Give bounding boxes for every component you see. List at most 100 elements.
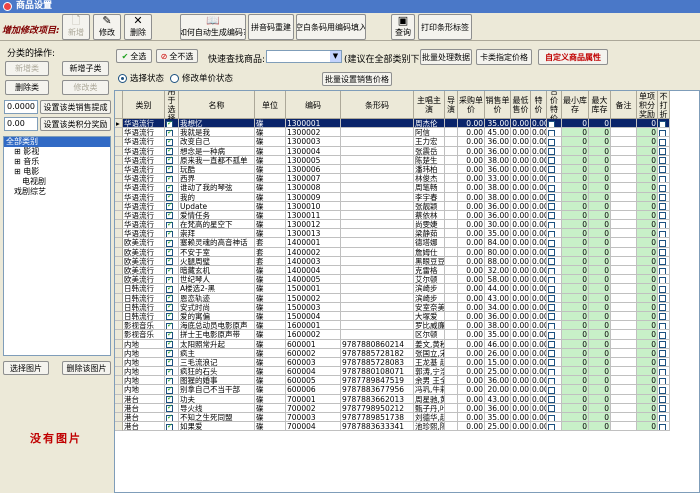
checkbox[interactable] <box>659 129 666 137</box>
checkbox[interactable] <box>166 404 173 412</box>
checkbox[interactable] <box>548 285 555 293</box>
table-cell[interactable] <box>547 376 562 386</box>
checkbox[interactable] <box>659 194 666 201</box>
pinyin-rebuild-button[interactable]: 拼音码重建 <box>248 14 294 40</box>
checkbox[interactable] <box>166 147 173 155</box>
table-row[interactable]: 内地三毛流浪记碟6000039787885728083王龙基 赵明0.0015.… <box>115 357 670 368</box>
checkbox[interactable] <box>548 368 555 376</box>
table-cell[interactable] <box>658 164 670 175</box>
checkbox[interactable] <box>548 295 555 302</box>
new-category-button[interactable]: 新增类 <box>5 61 49 76</box>
tree-node[interactable]: ⊞ 影视 <box>4 147 110 157</box>
table-cell[interactable] <box>658 247 670 257</box>
radio-price-mode[interactable]: 修改单价状态 <box>170 72 233 84</box>
checkbox[interactable] <box>548 313 555 321</box>
tree-node[interactable]: 全部类别 <box>4 137 110 147</box>
checkbox[interactable] <box>166 257 173 265</box>
table-row[interactable]: 华语流行爱情任务碟1300011蔡依林0.0036.000.000.00000 <box>115 210 670 221</box>
checkbox[interactable] <box>659 157 666 164</box>
checkbox[interactable] <box>548 396 555 403</box>
checkbox[interactable] <box>659 120 666 128</box>
table-row[interactable]: 华语流行想念是一种病碟1300004张震岳0.0036.000.000.0000… <box>115 146 670 156</box>
checkbox[interactable] <box>548 304 555 311</box>
checkbox[interactable] <box>659 148 666 155</box>
table-cell[interactable] <box>658 146 670 156</box>
table-cell[interactable] <box>547 164 562 175</box>
checkbox[interactable] <box>166 202 173 210</box>
checkbox[interactable] <box>659 295 666 302</box>
product-grid[interactable]: 类别 用于选择 名称 单位 编码 条形码 主唱主演 导演 采购单价 销售单价 最低售价 特价 合价特价最… <box>114 90 700 493</box>
checkbox[interactable] <box>659 359 666 367</box>
checkbox[interactable] <box>166 193 173 201</box>
table-cell[interactable] <box>547 256 562 266</box>
table-cell[interactable] <box>658 422 670 432</box>
table-row[interactable]: 内地别拿自己不当干部碟6000069787883677956冯巩,牛莉0.002… <box>115 385 670 395</box>
checkbox[interactable] <box>548 157 555 164</box>
checkbox[interactable] <box>659 203 666 210</box>
delete-button[interactable]: ✕ 删除 <box>124 14 152 40</box>
checkbox[interactable] <box>659 258 666 265</box>
table-cell[interactable] <box>547 247 562 257</box>
checkbox[interactable] <box>166 248 173 256</box>
checkbox[interactable] <box>166 275 173 284</box>
table-cell[interactable] <box>165 357 179 368</box>
table-cell[interactable] <box>547 210 562 221</box>
table-cell[interactable] <box>547 330 562 340</box>
table-row[interactable]: 日韩流行爱的寓偏碟1500004大塚爱0.0036.000.000.00000 <box>115 311 670 322</box>
checkbox[interactable] <box>659 368 666 376</box>
table-cell[interactable] <box>658 403 670 413</box>
column-header[interactable]: 主唱主演 <box>414 91 445 119</box>
checkbox[interactable] <box>659 212 666 220</box>
table-cell[interactable] <box>658 174 670 184</box>
checkbox[interactable] <box>548 175 555 183</box>
table-row[interactable]: 欧美流行火腿周璧套1400003黑眼豆豆0.0088.000.000.00000 <box>115 256 670 266</box>
column-header[interactable]: 采购单价 <box>458 91 485 119</box>
tree-node[interactable]: ⊞ 音乐 <box>4 157 110 167</box>
table-row[interactable]: 华语流行我的碟1300009李宇春0.0038.000.000.00000 <box>115 192 670 202</box>
checkbox[interactable] <box>166 340 173 348</box>
edit-category-button[interactable]: 修改类 <box>62 80 109 95</box>
column-header[interactable]: 类别 <box>123 91 165 119</box>
column-header[interactable]: 不打折 <box>658 91 670 119</box>
fill-blank-barcode-button[interactable]: 空白条码用编码填入 <box>296 14 366 40</box>
table-cell[interactable] <box>165 164 179 175</box>
expand-icon[interactable]: ⊞ <box>14 147 23 156</box>
table-cell[interactable] <box>658 155 670 165</box>
table-cell[interactable] <box>547 284 562 294</box>
table-cell[interactable] <box>658 229 670 239</box>
table-cell[interactable] <box>165 183 179 193</box>
table-row[interactable]: 华语流行改变自己碟1300003王力宏0.0036.000.000.00000 <box>115 137 670 147</box>
table-row[interactable]: 日韩流行恩恋轨迹碟1500002滨崎步0.0043.000.000.00000 <box>115 293 670 303</box>
table-cell[interactable] <box>658 128 670 138</box>
table-cell[interactable] <box>658 220 670 230</box>
table-cell[interactable] <box>658 348 670 358</box>
table-cell[interactable] <box>658 311 670 322</box>
table-cell[interactable] <box>658 385 670 395</box>
table-row[interactable]: 欧美流行塞赖灵魂的高音神话套1400001德塔娜0.0084.000.000.0… <box>115 238 670 248</box>
table-cell[interactable] <box>547 155 562 165</box>
checkbox[interactable] <box>548 138 555 146</box>
table-cell[interactable] <box>547 394 562 404</box>
table-cell[interactable] <box>165 201 179 211</box>
table-cell[interactable] <box>165 137 179 147</box>
table-row[interactable]: 港台功夫碟7000019787883662013周星驰,黄0.0043.000.… <box>115 394 670 404</box>
table-cell[interactable] <box>658 293 670 303</box>
table-cell[interactable] <box>547 311 562 322</box>
table-cell[interactable] <box>547 229 562 239</box>
table-cell[interactable] <box>547 201 562 211</box>
table-cell[interactable] <box>165 348 179 358</box>
column-header[interactable]: 备注 <box>611 91 637 119</box>
checkbox[interactable] <box>659 285 666 293</box>
table-cell[interactable] <box>165 247 179 257</box>
checkbox[interactable] <box>659 423 666 431</box>
table-cell[interactable] <box>165 256 179 266</box>
column-header[interactable]: 最低售价 <box>511 91 531 119</box>
batch-price-button[interactable]: 批量设置销售价格 <box>322 72 392 86</box>
checkbox[interactable] <box>166 238 173 247</box>
checkbox[interactable] <box>548 414 555 422</box>
table-cell[interactable] <box>165 413 179 423</box>
checkbox[interactable] <box>166 422 173 431</box>
checkbox[interactable] <box>659 221 666 229</box>
table-cell[interactable] <box>165 385 179 395</box>
checkbox[interactable] <box>659 405 666 412</box>
